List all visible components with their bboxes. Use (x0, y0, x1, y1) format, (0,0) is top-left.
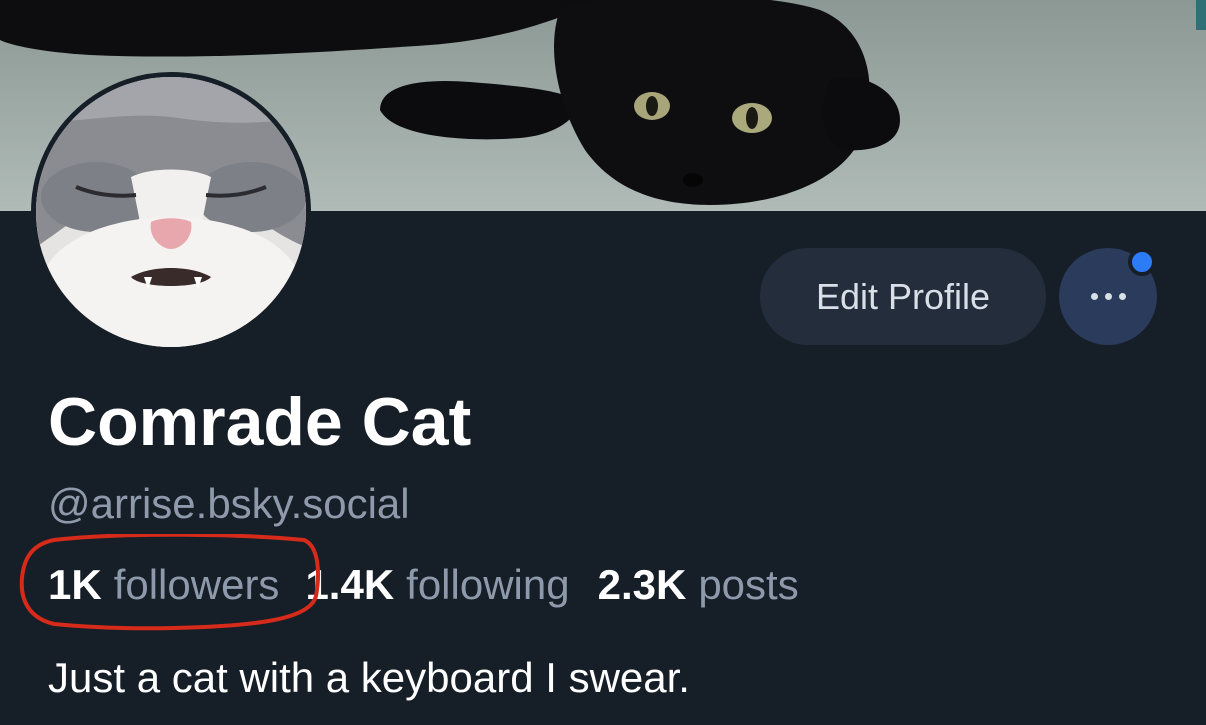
posts-stat[interactable]: 2.3K posts (598, 559, 799, 611)
posts-count: 2.3K (597, 561, 687, 608)
following-count: 1.4K (305, 561, 395, 608)
edit-profile-label: Edit Profile (815, 275, 991, 317)
notification-dot (1128, 248, 1156, 276)
following-label: following (406, 561, 570, 608)
avatar-image (36, 77, 306, 347)
profile-bio: Just a cat with a keyboard I swear. (48, 654, 690, 701)
followers-count: 1K (48, 561, 102, 608)
avatar[interactable] (31, 72, 311, 352)
profile-handle: @arrise.bsky.social (48, 480, 410, 527)
edit-profile-button[interactable]: Edit Profile (760, 248, 1046, 345)
followers-stat[interactable]: 1K followers (48, 559, 279, 611)
posts-label: posts (698, 561, 799, 608)
display-name: Comrade Cat (48, 384, 472, 460)
ellipsis-icon (1090, 293, 1126, 300)
profile-stats: 1K followers 1.4K following 2.3K posts (48, 559, 799, 611)
followers-label: followers (113, 561, 280, 608)
following-stat[interactable]: 1.4K following (305, 559, 569, 611)
